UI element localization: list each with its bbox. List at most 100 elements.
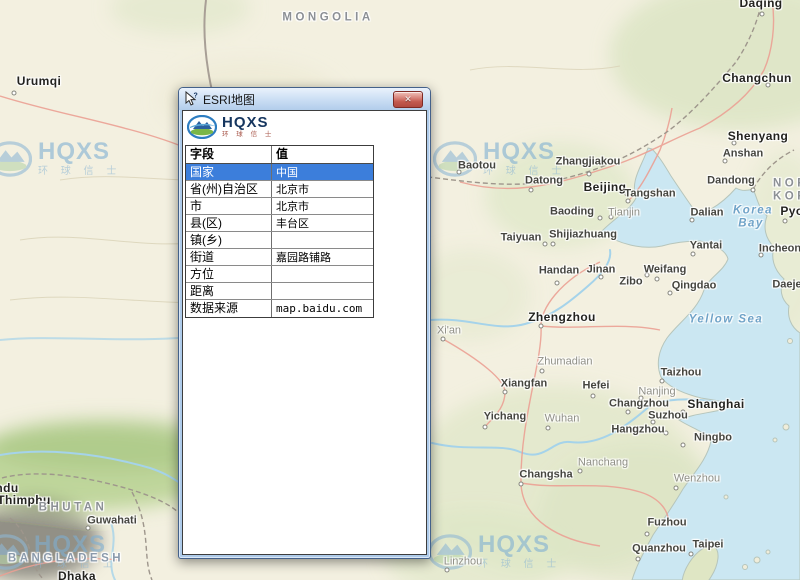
field-cell: 街道 <box>186 249 272 265</box>
value-cell: 丰台区 <box>272 215 373 231</box>
city-label-dandong: Dandong <box>707 176 755 187</box>
value-cell: 中国 <box>272 164 373 180</box>
city-label-zhangjiakou: Zhangjiakou <box>556 157 621 168</box>
field-cell: 县(区) <box>186 215 272 231</box>
city-dot <box>503 390 508 395</box>
city-label-changsha: Changsha <box>519 470 572 481</box>
table-row[interactable]: 省(州)自治区北京市 <box>186 181 373 198</box>
value-cell: map.baidu.com <box>272 300 373 317</box>
city-label-pyo: Pyo <box>780 205 800 217</box>
esri-dialog: ? ESRI地图 ✕ HQXS 环 球 信 士 <box>178 87 431 559</box>
city-label-daeje: Daeje <box>772 280 800 291</box>
identify-cursor-icon: ? <box>184 91 199 107</box>
city-label-fuzhou: Fuzhou <box>647 518 686 529</box>
city-dot <box>591 394 596 399</box>
city-label-xian: Xi'an <box>437 326 461 337</box>
city-label-incheon: Incheon <box>759 244 800 255</box>
water-label-yellow-sea: Yellow Sea <box>689 314 764 326</box>
water-label-korea: Korea <box>733 205 773 217</box>
city-label-zhengzhou: Zhengzhou <box>528 311 596 323</box>
region-label-mongolia: MONGOLIA <box>282 12 373 24</box>
city-dot <box>551 242 556 247</box>
city-dot <box>760 12 765 17</box>
water-label-bay: Bay <box>738 218 764 230</box>
value-cell <box>272 266 373 282</box>
city-label-wuhan: Wuhan <box>545 414 580 425</box>
city-label-taizhou: Taizhou <box>661 368 702 379</box>
table-body: 国家中国省(州)自治区北京市市北京市县(区)丰台区镇(乡)街道嘉园路铺路方位距离… <box>186 164 373 317</box>
table-row[interactable]: 距离 <box>186 283 373 300</box>
city-dot <box>445 568 450 573</box>
hqxs-logo: HQXS 环 球 信 士 <box>183 111 426 143</box>
region-label-bangladesh: BANGLADESH <box>8 553 124 565</box>
dialog-title: ESRI地图 <box>203 91 255 108</box>
city-label-taiyuan: Taiyuan <box>501 233 542 244</box>
city-dot <box>655 277 660 282</box>
city-dot <box>691 252 696 257</box>
city-label-qingdao: Qingdao <box>672 281 717 292</box>
table-row[interactable]: 镇(乡) <box>186 232 373 249</box>
city-dot <box>626 410 631 415</box>
field-cell: 数据来源 <box>186 300 272 317</box>
city-label-daqing: Daqing <box>739 0 782 9</box>
city-label-shenyang: Shenyang <box>728 130 789 142</box>
city-dot <box>529 188 534 193</box>
svg-text:?: ? <box>194 93 198 100</box>
region-label-nor: NOR <box>773 178 800 190</box>
table-row[interactable]: 国家中国 <box>186 164 373 181</box>
city-label-wenzhou: Wenzhou <box>674 474 720 485</box>
city-dot <box>598 216 603 221</box>
city-dot <box>681 443 686 448</box>
dialog-titlebar[interactable]: ? ESRI地图 ✕ <box>179 88 430 110</box>
city-label-hefei: Hefei <box>583 381 610 392</box>
city-dot <box>519 482 524 487</box>
table-row[interactable]: 市北京市 <box>186 198 373 215</box>
logo-subtext: 环 球 信 士 <box>222 132 274 139</box>
region-label-kor: KOR <box>773 191 800 203</box>
city-dot <box>783 219 788 224</box>
header-value: 值 <box>272 146 373 163</box>
city-label-dalian: Dalian <box>690 208 723 219</box>
field-cell: 国家 <box>186 164 272 180</box>
city-label-suzhou: Suzhou <box>648 411 688 422</box>
table-header-row: 字段 值 <box>186 146 373 164</box>
city-dot <box>546 426 551 431</box>
city-label-shijiazhuang: Shijiazhuang <box>549 230 617 241</box>
city-label-yichang: Yichang <box>484 412 526 423</box>
city-dot <box>12 91 17 96</box>
city-label-dhaka: Dhaka <box>58 570 96 580</box>
map-viewport[interactable]: HQXS环 球 信 士HQXS环 球 信 士HQXS环 球 信 士HQXS环 球… <box>0 0 800 580</box>
city-dot <box>543 242 548 247</box>
city-label-urumqi: Urumqi <box>17 75 61 87</box>
city-label-tangshan: Tangshan <box>624 189 675 200</box>
city-dot <box>660 379 665 384</box>
city-dot <box>645 532 650 537</box>
city-dot <box>674 486 679 491</box>
table-row[interactable]: 街道嘉园路铺路 <box>186 249 373 266</box>
close-icon: ✕ <box>404 95 412 104</box>
city-dot <box>578 469 583 474</box>
city-label-jinan: Jinan <box>587 265 616 276</box>
table-row[interactable]: 数据来源map.baidu.com <box>186 300 373 317</box>
field-cell: 市 <box>186 198 272 214</box>
city-label-baotou: Baotou <box>458 161 496 172</box>
field-cell: 方位 <box>186 266 272 282</box>
dialog-content: HQXS 环 球 信 士 字段 值 国家中国省(州)自治区北京市市北京市县(区)… <box>182 110 427 555</box>
table-row[interactable]: 县(区)丰台区 <box>186 215 373 232</box>
field-cell: 省(州)自治区 <box>186 181 272 197</box>
city-label-zhumadian: Zhumadian <box>537 357 592 368</box>
value-cell: 北京市 <box>272 181 373 197</box>
city-label-handan: Handan <box>539 266 579 277</box>
city-label-nanchang: Nanchang <box>578 458 628 469</box>
city-label-shanghai: Shanghai <box>687 398 744 410</box>
table-row[interactable]: 方位 <box>186 266 373 283</box>
hqxs-logo-icon <box>187 115 217 139</box>
city-label-changchun: Changchun <box>722 72 792 84</box>
close-button[interactable]: ✕ <box>393 91 423 108</box>
city-label-weifang: Weifang <box>644 265 687 276</box>
city-label-guwahati: Guwahati <box>87 516 137 527</box>
value-cell <box>272 232 373 248</box>
city-label-zibo: Zibo <box>619 277 642 288</box>
city-dot <box>540 369 545 374</box>
value-cell: 嘉园路铺路 <box>272 249 373 265</box>
